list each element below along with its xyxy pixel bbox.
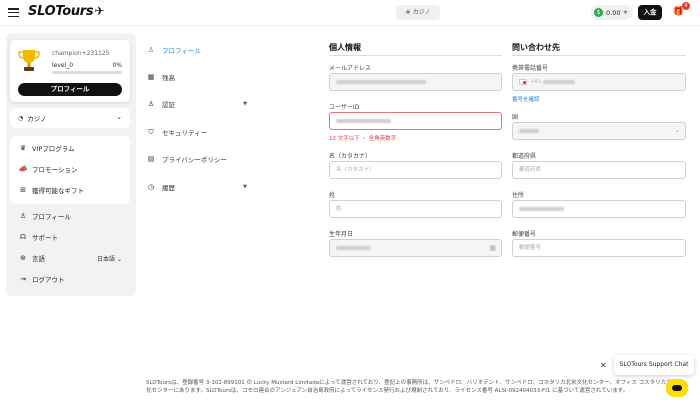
casino-tab[interactable]: # カジノ [396, 5, 440, 20]
shield-icon: ⛉ [148, 127, 154, 136]
settings-nav-history[interactable]: ◷ 履歴 ▼ [146, 177, 251, 197]
calendar-icon: ▦ [489, 244, 496, 252]
chevron-down-icon: ▼ [623, 9, 628, 16]
profile-card: champion+231125 level_0 0% プロフィール [10, 40, 130, 102]
divider [329, 55, 502, 56]
deposit-button[interactable]: 入金 [638, 5, 662, 20]
email-field[interactable] [329, 73, 502, 91]
birthdate-field[interactable]: ▦ [329, 239, 502, 257]
country-label: 国 [512, 114, 519, 121]
postal-field[interactable]: 郵便番号 [512, 239, 686, 257]
menu-item-gifts[interactable]: ⊞ 獲得可能なギフト [10, 180, 130, 200]
notification-badge: 4 [682, 2, 690, 10]
settings-nav-label: 履歴 [162, 184, 175, 192]
firstname-field[interactable]: 名（カタカナ） [329, 161, 502, 179]
promo-menu: ♛ VIPプログラム 📣 プロモーション ⊞ 獲得可能なギフト [10, 136, 130, 204]
japan-flag-icon [519, 78, 527, 85]
chevron-down-icon: ▼ [243, 101, 247, 107]
chevron-down-icon: ⌄ [116, 113, 122, 121]
level-progress-bar [52, 71, 122, 74]
headset-icon: ☊ [19, 233, 27, 241]
sidebar-item-label: ログアウト [32, 276, 65, 284]
username: champion+231125 [52, 50, 110, 57]
sidebar-item-label: サポート [32, 234, 58, 242]
user-icon: ♙ [147, 46, 155, 54]
menu-item-vip[interactable]: ♛ VIPプログラム [10, 138, 130, 158]
userid-error: 12 文字以下 ・ 全角英数字 [329, 136, 397, 142]
prefecture-field[interactable]: 都道府県 [512, 161, 686, 179]
menu-item-label: プロモーション [32, 166, 78, 174]
sidebar-item-logout[interactable]: ⇥ ログアウト [10, 269, 130, 289]
menu-item-label: VIPプログラム [32, 145, 75, 153]
settings-nav-verification[interactable]: ♙ 認証 ▼ [146, 94, 251, 114]
userid-label: ユーザーID [329, 104, 360, 111]
language-value: 日本語 ⌄ [97, 255, 122, 263]
hamburger-menu-icon[interactable] [8, 8, 19, 17]
verify-icon: ♙ [147, 100, 155, 108]
level-percent: 0% [112, 62, 122, 69]
address-field[interactable] [512, 200, 686, 218]
logout-icon: ⇥ [20, 275, 26, 283]
phone-field[interactable]: +81 [512, 73, 686, 91]
history-icon: ◷ [147, 183, 155, 191]
settings-nav-security[interactable]: ⛉ セキュリティー [146, 122, 251, 142]
verify-phone-link[interactable]: 番号を確認 [512, 95, 540, 103]
prefecture-label: 都道府県 [512, 153, 537, 160]
birthdate-label: 生年月日 [329, 231, 354, 238]
gift-icon: ⊞ [20, 186, 26, 194]
megaphone-icon: 📣 [18, 165, 28, 173]
userid-field[interactable] [329, 112, 502, 130]
contact-title: 問い合わせ先 [512, 43, 560, 52]
top-bar: SLOTours✈ # カジノ $ 0.00 ▼ 入金 🎁 4 [0, 0, 700, 26]
lastname-field[interactable]: 姓 [329, 200, 502, 218]
postal-label: 郵便番号 [512, 231, 537, 238]
document-icon: ▤ [147, 155, 155, 163]
personal-info-title: 個人情報 [329, 43, 361, 52]
level-label: level_0 [52, 62, 74, 69]
settings-nav-label: プロフィール [162, 47, 201, 55]
settings-nav-balance[interactable]: ▦ 残高 [146, 67, 251, 87]
menu-item-promotions[interactable]: 📣 プロモーション [10, 159, 130, 179]
close-icon[interactable]: ✕ [600, 361, 607, 370]
support-chat-popup[interactable]: SLOTours Support Chat [614, 355, 694, 375]
country-select[interactable]: ⌄ [512, 122, 686, 140]
site-logo[interactable]: SLOTours✈ [28, 4, 104, 19]
chevron-down-icon: ▼ [243, 184, 247, 190]
phone-prefix: +81 [530, 79, 542, 85]
casino-chip-icon: ◔ [18, 114, 24, 122]
firstname-label: 名（カタカナ） [329, 153, 372, 160]
settings-nav-privacy[interactable]: ▤ プライバシーポリシー [146, 149, 251, 169]
footer-legal-text: SLOToursは、登録番号 3-102-899101 の Lucky Must… [146, 380, 683, 394]
sidebar-item-label: プロフィール [32, 213, 71, 221]
wallet-icon: ▦ [147, 73, 155, 81]
balance-dropdown[interactable]: $ 0.00 ▼ [591, 5, 633, 20]
sidebar-item-language[interactable]: ⊕ 言語 日本語 ⌄ [10, 248, 130, 268]
balance-amount: 0.00 [606, 8, 621, 17]
phone-label: 携帯電話番号 [512, 65, 549, 72]
casino-label: カジノ [27, 115, 47, 123]
settings-nav-label: 残高 [162, 74, 175, 82]
divider [512, 55, 686, 56]
globe-icon: ⊕ [20, 254, 26, 262]
casino-dropdown[interactable]: ◔ カジノ ⌄ [10, 108, 130, 128]
settings-nav-label: プライバシーポリシー [162, 156, 227, 164]
settings-nav-label: セキュリティー [162, 129, 208, 137]
crown-icon: ♛ [19, 144, 27, 152]
dollar-coin-icon: $ [594, 8, 603, 17]
chevron-down-icon: ⌄ [674, 127, 680, 134]
sidebar-item-label: 言語 [32, 255, 45, 263]
email-label: メールアドレス [329, 65, 372, 72]
chat-icon[interactable] [666, 379, 688, 397]
lastname-label: 姓 [329, 192, 336, 199]
trophy-icon [18, 50, 40, 71]
sidebar-item-support[interactable]: ☊ サポート [10, 227, 130, 247]
settings-nav-profile[interactable]: ♙ プロフィール [146, 40, 251, 60]
airplane-icon: ✈ [94, 4, 105, 18]
profile-button[interactable]: プロフィール [18, 83, 122, 96]
address-label: 住所 [512, 192, 525, 199]
user-icon: ♙ [19, 212, 27, 220]
sidebar-item-profile[interactable]: ♙ プロフィール [10, 206, 130, 226]
settings-nav-label: 認証 [162, 101, 175, 109]
menu-item-label: 獲得可能なギフト [32, 187, 84, 195]
